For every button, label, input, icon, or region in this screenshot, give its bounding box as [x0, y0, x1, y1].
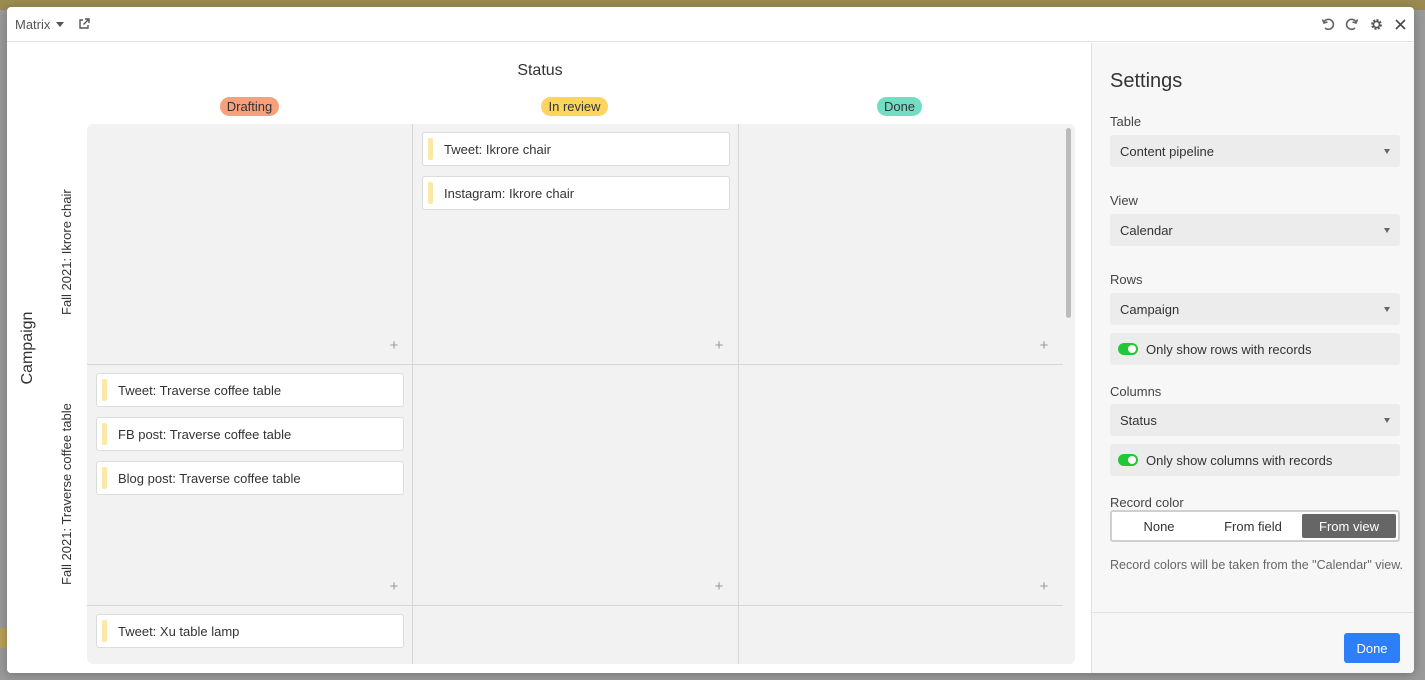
redo-icon[interactable]: [1344, 16, 1360, 32]
record-card[interactable]: Tweet: Traverse coffee table: [96, 373, 404, 407]
record-color-bar: [102, 379, 107, 401]
record-title: Tweet: Traverse coffee table: [118, 382, 282, 398]
table-select[interactable]: Content pipeline: [1110, 135, 1400, 167]
matrix-modal: Matrix Status Drafting In review Done Ca…: [7, 7, 1414, 673]
add-record-button[interactable]: +: [1037, 338, 1051, 353]
toggle-knob: [1128, 345, 1136, 353]
record-color-bar: [428, 182, 433, 204]
settings-title: Settings: [1110, 70, 1183, 92]
undo-icon[interactable]: [1320, 16, 1336, 32]
record-card[interactable]: Instagram: Ikrore chair: [422, 176, 730, 210]
matrix-area: Status Drafting In review Done Campaign …: [7, 43, 1091, 673]
column-header-drafting: Drafting: [87, 97, 412, 116]
columns-toggle-row: Only show columns with records: [1110, 444, 1400, 476]
record-title: Tweet: Ikrore chair: [444, 141, 551, 157]
chevron-down-icon: [1384, 227, 1390, 233]
divider: [738, 124, 739, 664]
record-color-bar: [102, 423, 107, 445]
divider: [87, 605, 1063, 606]
record-title: Tweet: Xu table lamp: [118, 623, 240, 639]
add-record-button[interactable]: +: [712, 579, 726, 594]
record-color-option-from-view[interactable]: From view: [1302, 514, 1396, 538]
chevron-down-icon: [56, 21, 65, 27]
record-title: FB post: Traverse coffee table: [118, 426, 292, 442]
rows-field-title: Campaign: [19, 311, 36, 385]
columns-toggle[interactable]: [1118, 454, 1138, 466]
footer-divider: [1092, 612, 1414, 613]
gear-icon[interactable]: [1368, 16, 1384, 32]
record-title: Blog post: Traverse coffee table: [118, 470, 301, 486]
app-title-dropdown[interactable]: Matrix: [15, 16, 65, 32]
close-icon[interactable]: [1392, 16, 1408, 32]
column-header-done: Done: [737, 97, 1062, 116]
columns-toggle-label: Only show columns with records: [1146, 452, 1333, 468]
record-color-label: Record color: [1110, 495, 1184, 510]
scrollbar[interactable]: [1066, 128, 1071, 318]
chevron-down-icon: [1384, 306, 1390, 312]
record-color-bar: [102, 467, 107, 489]
view-select[interactable]: Calendar: [1110, 214, 1400, 246]
add-record-button[interactable]: +: [387, 579, 401, 594]
modal-header: Matrix: [7, 7, 1414, 42]
record-color-option-none[interactable]: None: [1112, 512, 1206, 540]
columns-select-value: Status: [1120, 412, 1157, 428]
add-record-button[interactable]: +: [712, 338, 726, 353]
record-card[interactable]: FB post: Traverse coffee table: [96, 417, 404, 451]
header-actions: [1320, 16, 1408, 32]
record-color-note: Record colors will be taken from the "Ca…: [1110, 558, 1404, 572]
done-button[interactable]: Done: [1344, 633, 1400, 663]
rows-toggle-label: Only show rows with records: [1146, 341, 1312, 357]
chevron-down-icon: [1384, 417, 1390, 423]
record-color-segmented-control: None From field From view: [1110, 510, 1400, 542]
record-title: Instagram: Ikrore chair: [444, 185, 575, 201]
table-select-value: Content pipeline: [1120, 143, 1214, 159]
view-select-value: Calendar: [1120, 222, 1173, 238]
chevron-down-icon: [1384, 148, 1390, 154]
column-header-in-review: In review: [412, 97, 737, 116]
table-label: Table: [1110, 114, 1142, 129]
add-record-button[interactable]: +: [387, 338, 401, 353]
columns-field-title: Status: [517, 62, 563, 79]
rows-toggle[interactable]: [1118, 343, 1138, 355]
record-color-bar: [428, 138, 433, 160]
row-label: Fall 2021: Ikrore chair: [59, 189, 74, 315]
status-badge: Drafting: [219, 97, 280, 116]
record-card[interactable]: Tweet: Ikrore chair: [422, 132, 730, 166]
open-external-icon[interactable]: [76, 16, 92, 32]
row-label: Fall 2021: Traverse coffee table: [59, 403, 74, 585]
columns-select[interactable]: Status: [1110, 404, 1400, 436]
rows-label: Rows: [1110, 272, 1143, 287]
columns-label: Columns: [1110, 384, 1162, 399]
status-badge: In review: [541, 97, 608, 116]
rows-toggle-row: Only show rows with records: [1110, 333, 1400, 365]
rows-select[interactable]: Campaign: [1110, 293, 1400, 325]
divider: [412, 124, 413, 664]
record-color-bar: [102, 620, 107, 642]
divider: [87, 364, 1063, 365]
settings-panel: Settings Table Content pipeline View Cal…: [1091, 43, 1414, 673]
matrix-grid: Tweet: Ikrore chair Instagram: Ikrore ch…: [87, 124, 1075, 664]
record-card[interactable]: Tweet: Xu table lamp: [96, 614, 404, 648]
rows-select-value: Campaign: [1120, 301, 1180, 317]
toggle-knob: [1128, 456, 1136, 464]
view-label: View: [1110, 193, 1138, 208]
add-record-button[interactable]: +: [1037, 579, 1051, 594]
status-badge: Done: [876, 97, 923, 116]
record-card[interactable]: Blog post: Traverse coffee table: [96, 461, 404, 495]
app-title: Matrix: [15, 16, 51, 32]
record-color-option-from-field[interactable]: From field: [1206, 512, 1300, 540]
